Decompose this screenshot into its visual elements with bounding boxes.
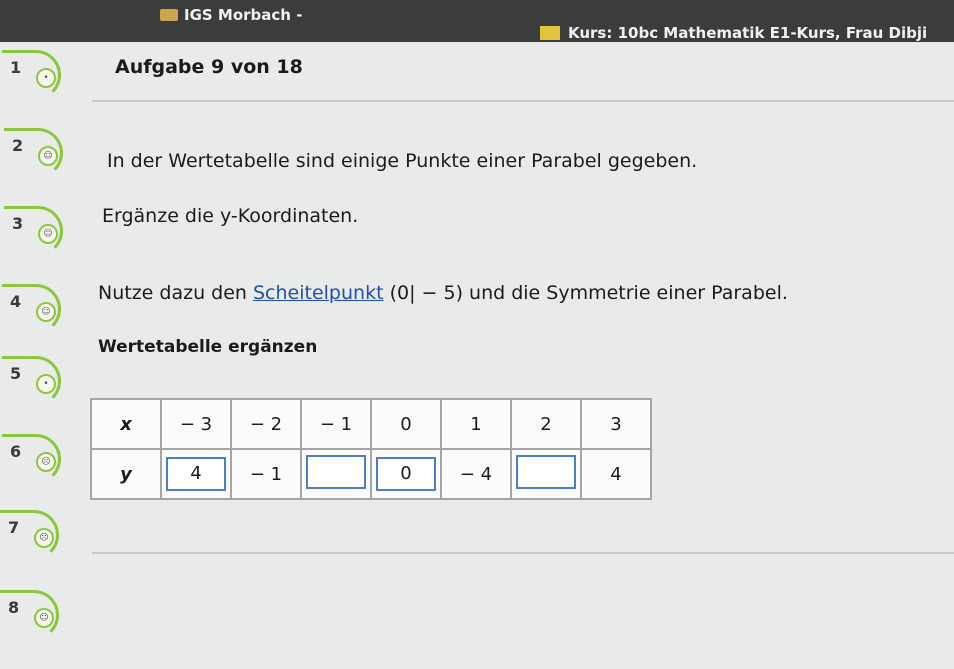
x-value-cell: − 2 (230, 398, 302, 450)
x-value-cell: 1 (440, 398, 512, 450)
task-number: 4 (10, 292, 22, 311)
y-value-cell (510, 448, 582, 500)
task-number: 8 (8, 598, 20, 617)
task-button-1[interactable]: 1 • (2, 50, 62, 100)
y-value: − 1 (249, 463, 283, 485)
y-value-cell: − 1 (230, 448, 302, 500)
instruction-line-3: Nutze dazu den Scheitelpunkt (0| − 5) un… (98, 282, 788, 304)
task-button-8[interactable]: 8 ☺ (0, 590, 60, 640)
task-number: 7 (8, 518, 20, 537)
instruction-text-after: (0| − 5) und die Symmetrie einer Parabel… (383, 282, 788, 304)
smiley-sad-icon: ☹ (34, 528, 54, 548)
x-value-cell: 3 (580, 398, 652, 450)
smiley-sad-icon: ☹ (36, 452, 56, 472)
smiley-happy-icon: ☺ (38, 146, 58, 166)
y-header: y (90, 448, 162, 500)
x-value-cell: 2 (510, 398, 582, 450)
school-label: IGS Morbach - (184, 6, 303, 24)
y-value: 4 (610, 463, 622, 485)
y-answer-input[interactable]: 0 (376, 457, 436, 491)
y-value-cell (300, 448, 372, 500)
y-value-cell: 0 (370, 448, 442, 500)
task-button-5[interactable]: 5 • (2, 356, 62, 406)
task-navigation: 1 • 2 ☺ 3 ☺ 4 ☺ 5 • 6 ☹ 7 ☹ 8 ☺ (0, 42, 90, 669)
x-value-cell: 0 (370, 398, 442, 450)
table-heading: Wertetabelle ergänzen (98, 337, 318, 357)
task-button-7[interactable]: 7 ☹ (0, 510, 60, 560)
y-value-cell: − 4 (440, 448, 512, 500)
x-value-cell: − 3 (160, 398, 232, 450)
value-table: x − 3− 2− 10123 y 4− 1 0− 44 (90, 398, 652, 500)
course-icon (540, 26, 560, 40)
task-button-6[interactable]: 6 ☹ (2, 434, 62, 484)
task-number: 6 (10, 442, 22, 461)
x-row: x − 3− 2− 10123 (90, 398, 652, 450)
y-answer-input[interactable] (306, 454, 366, 489)
course-name[interactable]: Kurs: 10bc Mathematik E1-Kurs, Frau Dibj… (540, 24, 927, 42)
y-value: − 4 (459, 463, 493, 485)
y-answer-input[interactable]: 4 (166, 457, 226, 491)
x-value-cell: − 1 (300, 398, 372, 450)
school-logo-icon (160, 9, 178, 21)
task-number: 3 (12, 214, 24, 233)
task-number: 1 (10, 58, 22, 77)
y-answer-input[interactable] (516, 454, 576, 489)
y-value-cell: 4 (160, 448, 232, 500)
y-value-cell: 4 (580, 448, 652, 500)
smiley-happy-icon: ☺ (38, 224, 58, 244)
header-divider (92, 100, 954, 102)
instruction-line-2: Ergänze die y-Koordinaten. (102, 205, 359, 227)
task-button-2[interactable]: 2 ☺ (4, 128, 64, 178)
y-row: y 4 − 1 0 − 4 4 (90, 448, 652, 500)
smiley-neutral-icon: • (36, 374, 56, 394)
task-button-3[interactable]: 3 ☺ (4, 206, 64, 256)
task-number: 2 (12, 136, 24, 155)
x-header: x (90, 398, 162, 450)
scheitelpunkt-link[interactable]: Scheitelpunkt (253, 282, 384, 304)
instruction-text-before: Nutze dazu den (98, 282, 253, 304)
task-title: Aufgabe 9 von 18 (115, 56, 303, 78)
task-button-4[interactable]: 4 ☺ (2, 284, 62, 334)
school-name[interactable]: IGS Morbach - (160, 6, 302, 24)
task-number: 5 (10, 364, 22, 383)
footer-divider (92, 552, 954, 554)
course-label: Kurs: 10bc Mathematik E1-Kurs, Frau Dibj… (568, 24, 928, 42)
top-bar: IGS Morbach - Kurs: 10bc Mathematik E1-K… (0, 0, 954, 42)
smiley-happy-icon: ☺ (34, 608, 54, 628)
smiley-neutral-icon: • (36, 68, 56, 88)
smiley-happy-icon: ☺ (36, 302, 56, 322)
instruction-line-1: In der Wertetabelle sind einige Punkte e… (107, 150, 698, 172)
